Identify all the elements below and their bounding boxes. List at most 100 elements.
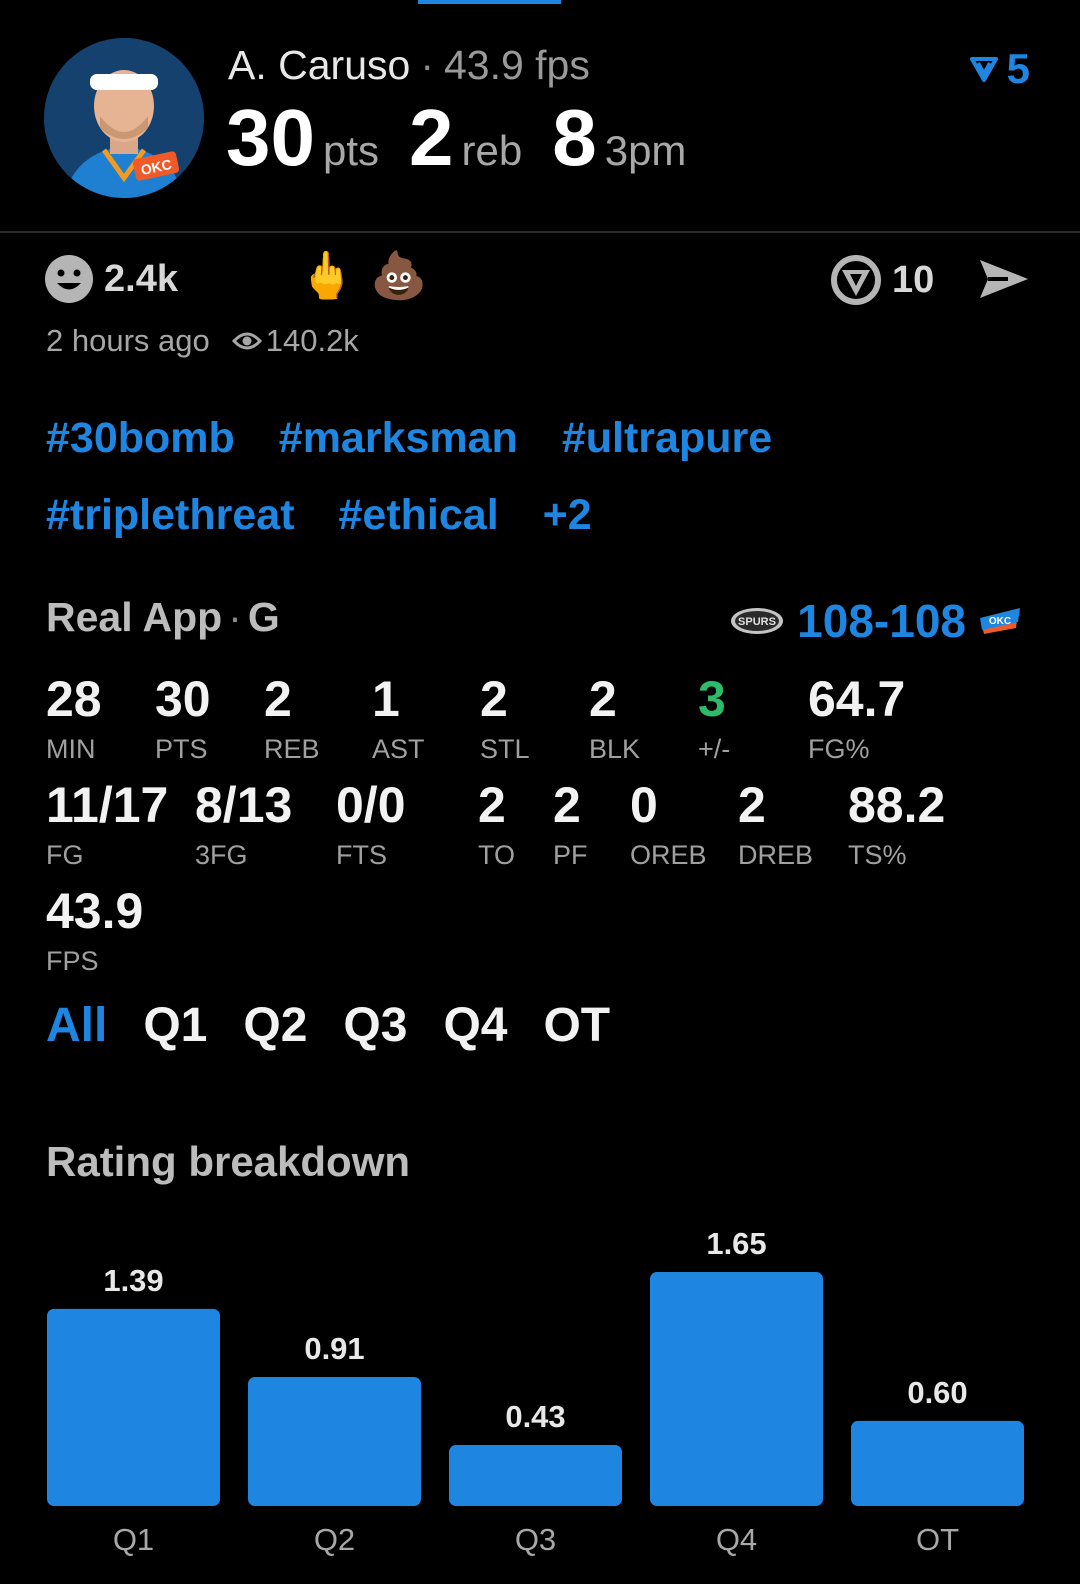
rating-value-label-q2: 0.91 xyxy=(304,1331,364,1366)
stat-reb-label: REB xyxy=(264,734,320,764)
rating-value-label-q3: 0.43 xyxy=(505,1399,565,1434)
rating-category-label-q3: Q3 xyxy=(515,1522,556,1557)
tag-row-1: #30bomb #marksman #ultrapure xyxy=(46,414,1036,463)
stat-to-value: 2 xyxy=(478,777,506,833)
emoji-reaction-2[interactable]: 💩 xyxy=(370,252,427,298)
comment-icon xyxy=(831,255,881,305)
smile-icon xyxy=(45,255,93,303)
rating-breakdown-title: Rating breakdown xyxy=(46,1138,411,1185)
tag-triplethreat[interactable]: #triplethreat xyxy=(46,491,295,540)
stat-fg-value: 11/17 xyxy=(46,777,169,833)
rating-category-label-q2: Q2 xyxy=(314,1522,355,1557)
stat-reb-value: 2 xyxy=(264,671,292,727)
rating-bar-q1[interactable] xyxy=(47,1308,220,1506)
stat-plus-minus-label: +/- xyxy=(698,734,731,764)
stat-3fg-value: 8/13 xyxy=(195,777,293,833)
comments-button[interactable]: 10 xyxy=(830,254,934,306)
tag-30bomb[interactable]: #30bomb xyxy=(46,414,235,463)
okc-logo-text: OKC xyxy=(989,616,1011,627)
spurs-logo-icon: SPURS xyxy=(731,608,784,634)
stat-ts-pct: 88.2 TS% xyxy=(848,780,945,871)
vote-badge[interactable]: 5 xyxy=(969,45,1030,93)
tag-marksman[interactable]: #marksman xyxy=(279,414,518,463)
spurs-logo-text: SPURS xyxy=(738,616,776,628)
stat-stl-value: 2 xyxy=(480,671,508,727)
stat-reb: 2 REB xyxy=(264,674,320,765)
stat-ts-pct-label: TS% xyxy=(848,840,907,870)
stat-pf: 2 PF xyxy=(553,780,588,871)
stat-fg-label: FG xyxy=(46,840,84,870)
tab-q1[interactable]: Q1 xyxy=(143,998,207,1053)
stat-ts-pct-value: 88.2 xyxy=(848,777,946,833)
rating-bar-q3[interactable] xyxy=(449,1445,622,1506)
reb-unit: reb xyxy=(461,127,523,174)
stat-fts-label: FTS xyxy=(336,840,387,870)
player-avatar[interactable]: OKC xyxy=(44,38,204,198)
player-header: OKC A. Caruso · 43.9 fps 30 pts 2 reb 8 3pm 5 xyxy=(0,0,1080,233)
threes-value: 8 xyxy=(552,93,597,182)
pts-unit: pts xyxy=(322,127,380,174)
stat-to: 2 TO xyxy=(478,780,515,871)
eye-icon xyxy=(231,332,262,350)
tag-ultrapure[interactable]: #ultrapure xyxy=(562,414,772,463)
tab-ot[interactable]: OT xyxy=(543,998,610,1053)
stat-oreb-label: OREB xyxy=(630,840,707,870)
tag-list: #30bomb #marksman #ultrapure #triplethre… xyxy=(46,414,1036,568)
game-score: 108-108 xyxy=(797,595,966,647)
tag-row-2: #triplethreat #ethical +2 xyxy=(46,491,1036,540)
game-title: Real App · G xyxy=(46,594,280,641)
rating-bar-ot[interactable] xyxy=(851,1420,1024,1506)
stat-dreb: 2 DREB xyxy=(738,780,813,871)
app-name: Real App xyxy=(46,594,223,640)
stat-min-value: 28 xyxy=(46,671,102,727)
rating-category-label-q1: Q1 xyxy=(113,1522,154,1557)
stat-fps-value: 43.9 xyxy=(46,883,144,939)
rating-category-label-q4: Q4 xyxy=(716,1522,757,1557)
player-name-row: A. Caruso · 43.9 fps xyxy=(228,42,590,89)
stat-pts-label: PTS xyxy=(155,734,208,764)
stat-ast-label: AST xyxy=(372,734,425,764)
stat-fps: 43.9 FPS xyxy=(46,886,143,977)
emoji-reaction-1[interactable]: 🖕 xyxy=(298,252,355,298)
rating-value-label-ot: 0.60 xyxy=(907,1375,967,1410)
stat-plus-minus-value: 3 xyxy=(698,671,726,727)
stat-blk-value: 2 xyxy=(589,671,617,727)
stat-min: 28 MIN xyxy=(46,674,102,765)
stat-pts-value: 30 xyxy=(155,671,211,727)
stat-fg-pct-label: FG% xyxy=(808,734,870,764)
share-button[interactable] xyxy=(978,256,1030,302)
tab-q3[interactable]: Q3 xyxy=(343,998,407,1053)
stat-3fg: 8/13 3FG xyxy=(195,780,292,871)
rating-bar-q2[interactable] xyxy=(248,1376,421,1506)
player-name[interactable]: A. Caruso xyxy=(228,42,410,88)
tab-all[interactable]: All xyxy=(46,998,107,1053)
tab-q2[interactable]: Q2 xyxy=(243,998,307,1053)
tag-ethical[interactable]: #ethical xyxy=(339,491,499,540)
quarter-tabs: All Q1 Q2 Q3 Q4 OT xyxy=(46,998,610,1053)
stat-oreb-value: 0 xyxy=(630,777,658,833)
stat-fg-pct: 64.7 FG% xyxy=(808,674,905,765)
vote-count: 5 xyxy=(1006,45,1030,92)
more-tags-button[interactable]: +2 xyxy=(543,491,592,540)
view-count: 140.2k xyxy=(265,323,359,358)
pts-value: 30 xyxy=(226,93,315,182)
name-separator: · xyxy=(420,42,434,88)
middle-finger-icon: 🖕 xyxy=(298,249,356,301)
stat-fts: 0/0 FTS xyxy=(336,780,406,871)
rating-value-label-q1: 1.39 xyxy=(103,1263,163,1298)
stat-blk-label: BLK xyxy=(589,734,641,764)
stat-fps-label: FPS xyxy=(46,946,99,976)
send-icon xyxy=(980,260,1028,298)
game-score-link[interactable]: SPURS 108-108 OKC xyxy=(729,594,1022,648)
game-row: Real App · G SPURS 108-108 OKC xyxy=(46,594,1036,647)
stat-pts: 30 PTS xyxy=(155,674,211,765)
stat-ast-value: 1 xyxy=(372,671,400,727)
smile-reaction[interactable]: 2.4k xyxy=(44,254,178,304)
rating-bar-q4[interactable] xyxy=(650,1272,823,1506)
stat-ast: 1 AST xyxy=(372,674,425,765)
stat-plus-minus: 3 +/- xyxy=(698,674,730,765)
stat-oreb: 0 OREB xyxy=(630,780,707,871)
stat-blk: 2 BLK xyxy=(589,674,640,765)
stat-min-label: MIN xyxy=(46,734,96,764)
tab-q4[interactable]: Q4 xyxy=(443,998,507,1053)
